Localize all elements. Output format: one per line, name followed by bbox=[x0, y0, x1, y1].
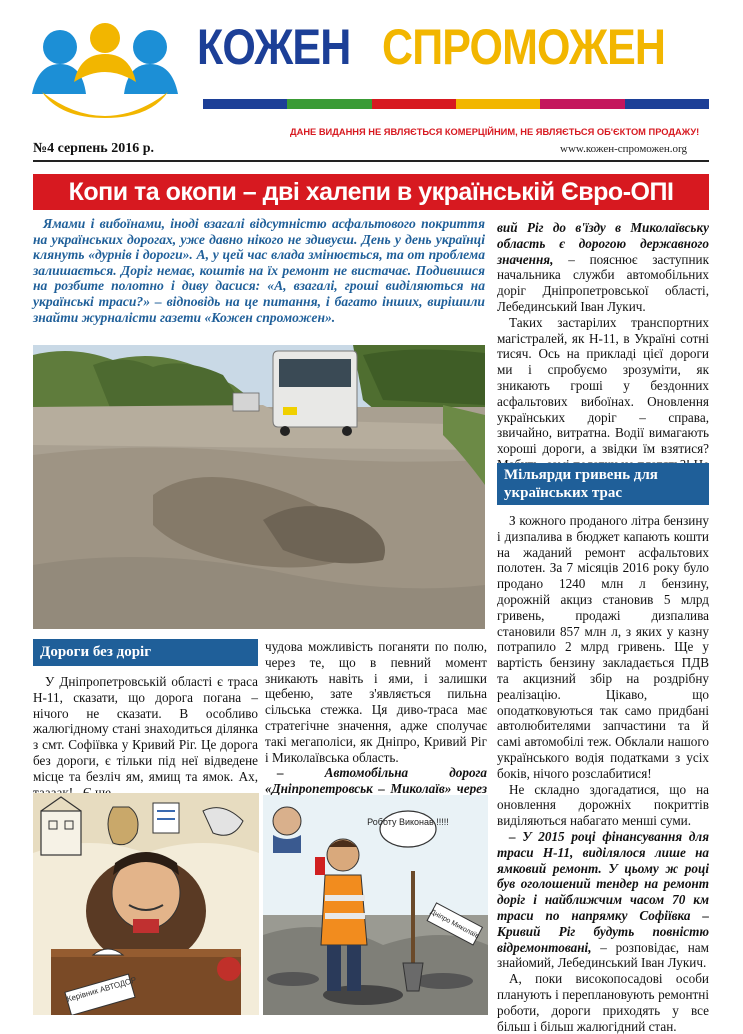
masthead-title-word1: КОЖЕН bbox=[197, 19, 351, 75]
stripe-segment bbox=[540, 99, 625, 109]
stripe-segment bbox=[624, 99, 709, 109]
paragraph: З кожного проданого літра бензину і дизп… bbox=[497, 513, 709, 781]
lead-paragraph: Ямами і вибоїнами, іноді взагалі відсутн… bbox=[33, 216, 485, 325]
color-stripe bbox=[203, 99, 709, 109]
section-heading-roads: Дороги без доріг bbox=[33, 639, 258, 666]
section-heading-billions: Мільярди гривень для українських трас bbox=[497, 463, 709, 505]
paragraph: чудова можливість поганяти по полю, чере… bbox=[265, 639, 487, 765]
disclaimer: ДАНЕ ВИДАННЯ НЕ ЯВЛЯЄТЬСЯ КОМЕРЦІЙНИМ, Н… bbox=[290, 127, 700, 137]
column-left: У Дніпропетровській області є траса Н-11… bbox=[33, 674, 258, 800]
column-right-bottom: З кожного проданого літра бензину і дизп… bbox=[497, 513, 709, 1034]
masthead-title-word2: СПРОМОЖЕН bbox=[382, 19, 666, 75]
paragraph: А, поки високопосадові особи планують і … bbox=[497, 971, 709, 1034]
headline: Копи та окопи – дві халепи в українській… bbox=[33, 174, 709, 210]
stripe-segment bbox=[371, 99, 456, 109]
website-link[interactable]: www.кожен-спроможен.org bbox=[560, 143, 687, 155]
cartoon-official: Керівник АВТОДОР bbox=[33, 793, 259, 1015]
stripe-segment bbox=[203, 99, 288, 109]
issue-date: №4 серпень 2016 р. bbox=[33, 141, 154, 156]
header-divider bbox=[33, 160, 709, 162]
quote-emphasis: – У 2015 році фінансування для траси Н-1… bbox=[497, 828, 709, 955]
stripe-segment bbox=[455, 99, 541, 109]
paragraph: Не складно здогадатися, що на оновлення … bbox=[497, 781, 709, 829]
road-photo bbox=[33, 345, 485, 629]
logo-icon bbox=[32, 23, 178, 118]
stripe-segment bbox=[287, 99, 372, 109]
column-middle: чудова можливість поганяти по полю, чере… bbox=[265, 639, 487, 813]
cartoon-road-worker: Роботу Виконав !!!!! Дніпро Миколаїв bbox=[263, 795, 488, 1015]
speech-bubble: Роботу Виконав !!!!! bbox=[367, 817, 449, 827]
bubble-text: Роботу Виконав !!!!! bbox=[367, 817, 449, 827]
column-right-top: вий Ріг до в'їзду в Миколаївську область… bbox=[497, 220, 709, 489]
paragraph: У Дніпропетровській області є траса Н-11… bbox=[33, 674, 258, 800]
